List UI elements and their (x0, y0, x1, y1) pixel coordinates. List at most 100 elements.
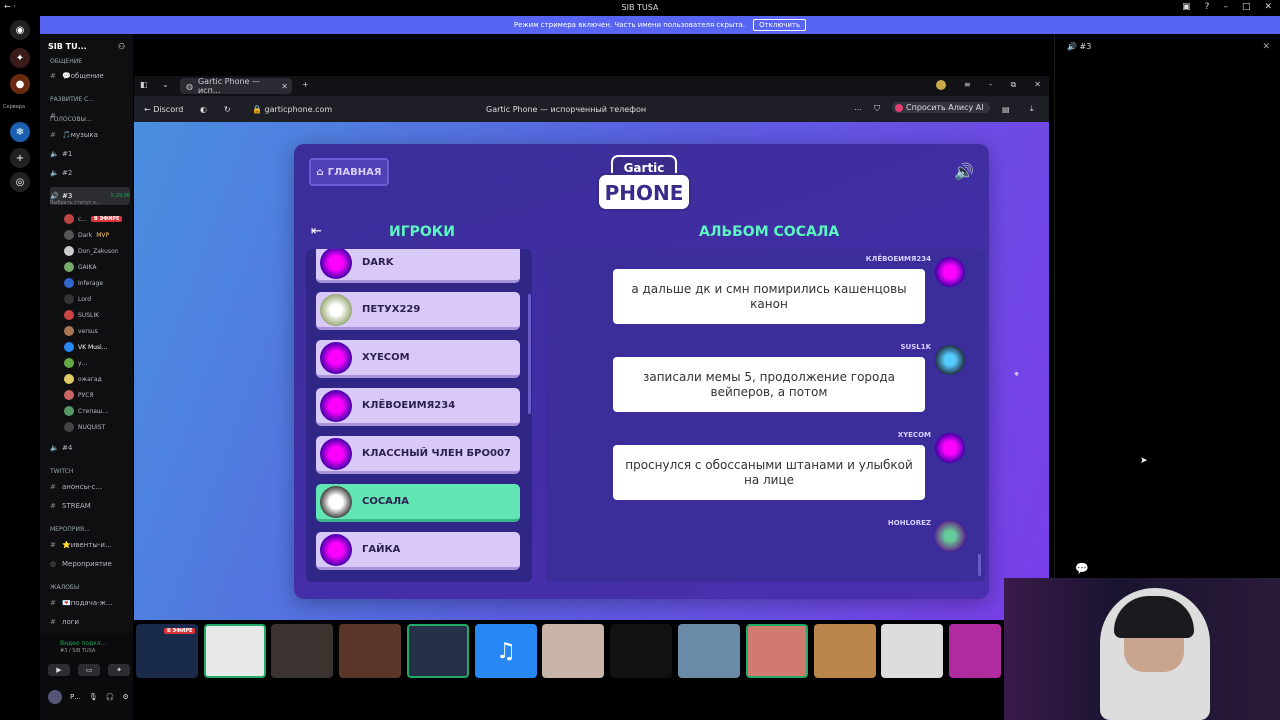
channel-logs[interactable]: # логи (50, 618, 130, 626)
category-twitch[interactable]: TWITCH (50, 468, 130, 475)
add-server-icon[interactable]: + (10, 148, 30, 168)
maximize-button[interactable]: □ (1242, 2, 1251, 12)
microphone-icon[interactable]: 🎙 (89, 693, 98, 701)
voice-channel-1[interactable]: 🔈 #1 (50, 150, 130, 158)
participant-tile[interactable] (271, 624, 333, 678)
close-button[interactable]: ✕ (1034, 80, 1041, 90)
exit-icon[interactable]: ⇤ (311, 224, 322, 239)
url-field[interactable]: 🔒 garticphone.com (252, 105, 332, 114)
stream-thumbnail[interactable]: В ЭФИРЕ (136, 624, 198, 678)
close-button[interactable]: ✕ (1264, 2, 1272, 12)
screen-share-button[interactable]: ▭ (78, 664, 100, 676)
server-rail: ◉ ✦ ● Сервера ❄ + ◎ (0, 16, 40, 720)
channel-announcements[interactable]: # анонсы-с... (50, 483, 130, 491)
channel-music[interactable]: # 🎵музыка (50, 131, 130, 139)
inbox-icon[interactable]: ▣ (1182, 2, 1191, 12)
voice-channel-2[interactable]: 🔈 #2 (50, 169, 130, 177)
voice-channel-4[interactable]: 🔈 #4 (50, 444, 130, 452)
restore-button[interactable]: ⧉ (1011, 80, 1017, 90)
download-icon[interactable]: ⤓ (1030, 104, 1034, 114)
channel-event-stage[interactable]: ◎ Мероприятие (50, 560, 130, 568)
voice-channel-text[interactable]: #3 / SIB TUSA (60, 648, 95, 654)
reader-icon[interactable]: ▤ (1002, 105, 1010, 114)
tab-close-icon[interactable]: ✕ (281, 82, 288, 91)
sound-icon[interactable]: 🔊 (954, 162, 974, 181)
music-note-icon: ♫ (496, 638, 516, 664)
disable-streamer-button[interactable]: Отключить (753, 19, 807, 31)
album-scrollbar[interactable] (978, 554, 981, 576)
home-button[interactable]: ⌂ ГЛАВНАЯ (309, 158, 389, 186)
more-icon[interactable]: ⋯ (854, 105, 862, 114)
reload-icon[interactable]: ↻ (224, 105, 231, 114)
participant-tile[interactable] (542, 624, 604, 678)
avatar (64, 214, 74, 224)
discord-home-icon[interactable]: ◉ (10, 20, 30, 40)
avatar (64, 422, 74, 432)
new-tab-button[interactable]: + (302, 80, 309, 89)
gartic-phone-logo: Gartic PHONE (596, 154, 692, 216)
participant-tile[interactable] (949, 624, 1001, 678)
tab-gartic[interactable]: ◍ Gartic Phone — исп... ✕ (180, 77, 292, 95)
chat-bubble-icon[interactable]: 💬 (1072, 558, 1092, 578)
gartic-favicon-icon: ◍ (186, 81, 193, 91)
channel-complaints[interactable]: # 💌подача-ж... (50, 599, 130, 607)
server-sibtusa-icon[interactable]: ✦ (10, 48, 30, 68)
tabs-dropdown-icon[interactable]: ⌄ (162, 80, 169, 89)
channel-obshchenie[interactable]: # 💬общение (50, 72, 130, 80)
channel-stream[interactable]: # STREAM (50, 502, 130, 510)
minimize-button[interactable]: – (989, 80, 993, 90)
back-button[interactable]: ← Discord (144, 105, 183, 114)
voice-connection-panel: Видео подкл... #3 / SIB TUSA ▶ ▭ ✦ Р... … (40, 634, 133, 720)
avatar (64, 262, 74, 272)
album-panel[interactable]: КЛЁВОЕИМЯ234 а дальше дк и смн помирилис… (545, 249, 985, 582)
category-complaints[interactable]: ЖАЛОБЫ (50, 584, 130, 591)
profile-icon[interactable] (935, 80, 946, 90)
channel-events[interactable]: # ⭐ивенты-и... (50, 541, 130, 549)
help-icon[interactable]: ? (1205, 2, 1210, 12)
minimize-button[interactable]: – (1223, 2, 1228, 12)
participant-tile[interactable] (746, 624, 808, 678)
streamer-mode-text: Режим стримера включен. Часть имени поль… (513, 21, 746, 29)
participant-tile[interactable] (610, 624, 672, 678)
album-message: проснулся с обоссаными штанами и улыбкой… (613, 445, 925, 500)
address-bar-row: ← Discord ◐ ↻ 🔒 garticphone.com Gartic P… (134, 96, 1049, 122)
participant-tile[interactable] (204, 624, 266, 678)
server-name[interactable]: SIB TU... ⚇ (48, 42, 125, 51)
bookmark-icon[interactable]: ⛉ (874, 104, 880, 114)
avatar (64, 358, 74, 368)
settings-icon[interactable]: ⚙ (123, 693, 129, 701)
window-title: SIB TUSA (621, 3, 659, 12)
voice-status[interactable]: Выбрать статус к... (50, 200, 130, 206)
camera-button[interactable]: ▶ (48, 664, 70, 676)
activity-button[interactable]: ✦ (108, 664, 130, 676)
participant-tile[interactable] (339, 624, 401, 678)
participant-tile[interactable] (407, 624, 469, 678)
author-avatar (935, 345, 965, 375)
user-avatar[interactable] (48, 690, 62, 704)
message-author: SUSL1K (900, 343, 931, 351)
category-obshchenie[interactable]: ОБЩЕНИЕ (50, 58, 130, 65)
music-bot-tile[interactable]: ♫ (475, 624, 537, 678)
ask-alice-button[interactable]: Спросить Алису AI (892, 102, 990, 113)
participant-tile[interactable] (881, 624, 943, 678)
sidebar-toggle-icon[interactable]: ◧ (140, 80, 148, 89)
participant-tile[interactable] (814, 624, 876, 678)
close-icon[interactable]: ✕ (1262, 42, 1270, 52)
player-card: DARK (316, 249, 520, 283)
add-user-icon[interactable]: ⚇ (118, 42, 125, 51)
category-events[interactable]: МЕРОПРИЯ... (50, 526, 130, 533)
category-razvitie[interactable]: РАЗВИТИЕ С... (50, 96, 130, 103)
protect-icon[interactable]: ◐ (200, 105, 207, 114)
menu-icon[interactable]: ≡ (964, 80, 971, 90)
window-titlebar: ← · SIB TUSA ▣ ? – □ ✕ (0, 0, 1280, 16)
page-title: Gartic Phone — испорченный телефон (486, 104, 647, 114)
discover-icon[interactable]: ◎ (10, 172, 30, 192)
players-list[interactable]: DARK ПЕТУХ229 XYECOM КЛЁВОЕИМЯ234 КЛАССН… (306, 249, 532, 582)
players-scrollbar[interactable] (528, 294, 531, 414)
server-snowflake-icon[interactable]: ❄ (10, 122, 30, 142)
category-voice[interactable]: ГОЛОСОВЫ... (50, 116, 130, 123)
avatar (64, 246, 74, 256)
headphones-icon[interactable]: 🎧 (106, 693, 115, 701)
participant-tile[interactable] (678, 624, 740, 678)
server-avatar-icon[interactable]: ● (10, 74, 30, 94)
